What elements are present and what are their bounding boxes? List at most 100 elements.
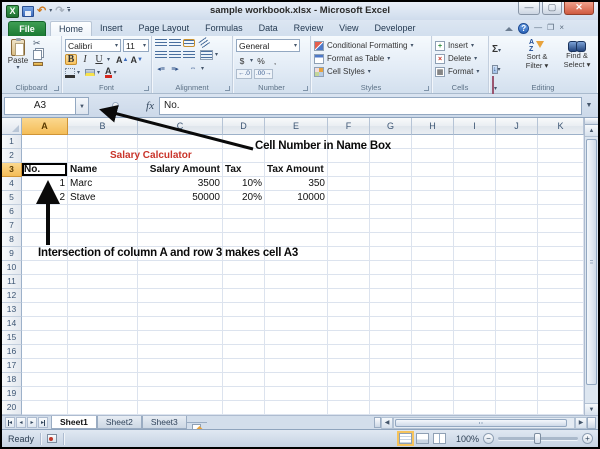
cell-i9[interactable]	[454, 247, 496, 261]
row-header-6[interactable]: 6	[2, 205, 22, 219]
cell-f14[interactable]	[328, 317, 370, 331]
cells-item-insert[interactable]: + Insert ▾	[435, 39, 486, 52]
cells-item-format[interactable]: ▦ Format ▾	[435, 65, 486, 78]
cell-g3[interactable]	[370, 163, 412, 177]
cell-b7[interactable]	[68, 219, 138, 233]
sheet-tab-sheet2[interactable]: Sheet2	[96, 416, 142, 429]
cell-k13[interactable]	[538, 303, 584, 317]
cell-h9[interactable]	[412, 247, 454, 261]
increase-decimal-icon[interactable]: ←.0	[236, 69, 252, 79]
page-layout-view-icon[interactable]	[415, 433, 429, 444]
cell-a7[interactable]	[22, 219, 68, 233]
cell-f3[interactable]	[328, 163, 370, 177]
tab-formulas[interactable]: Formulas	[197, 21, 251, 36]
orientation-icon[interactable]	[198, 37, 211, 49]
cell-d19[interactable]	[223, 387, 265, 401]
cell-g18[interactable]	[370, 373, 412, 387]
cell-e20[interactable]	[265, 401, 328, 415]
cell-j9[interactable]	[496, 247, 538, 261]
cell-f2[interactable]	[328, 149, 370, 163]
cell-b18[interactable]	[68, 373, 138, 387]
editing-item-find-select[interactable]: Find & Select ▾	[558, 39, 596, 70]
cell-k11[interactable]	[538, 275, 584, 289]
cell-c18[interactable]	[138, 373, 223, 387]
cell-f13[interactable]	[328, 303, 370, 317]
number-dialog-launcher-icon[interactable]	[303, 86, 308, 91]
cell-a10[interactable]	[22, 261, 68, 275]
align-middle-icon[interactable]	[169, 39, 181, 47]
percent-format-button[interactable]: %	[255, 55, 267, 66]
cell-c7[interactable]	[138, 219, 223, 233]
cell-e16[interactable]	[265, 345, 328, 359]
cell-e11[interactable]	[265, 275, 328, 289]
cell-k1[interactable]	[538, 135, 584, 149]
cell-h11[interactable]	[412, 275, 454, 289]
cell-e6[interactable]	[265, 205, 328, 219]
cell-a2[interactable]	[22, 149, 68, 163]
cell-k16[interactable]	[538, 345, 584, 359]
cell-d8[interactable]	[223, 233, 265, 247]
tab-split-handle[interactable]	[374, 417, 381, 428]
cell-a5[interactable]: 2	[22, 191, 68, 205]
sheet-tab-sheet1[interactable]: Sheet1	[51, 416, 97, 429]
cell-g11[interactable]	[370, 275, 412, 289]
cell-h19[interactable]	[412, 387, 454, 401]
align-left-icon[interactable]	[155, 51, 167, 59]
cell-h14[interactable]	[412, 317, 454, 331]
editing-item-sort-filter[interactable]: A Z Sort & Filter ▾	[518, 39, 556, 70]
cell-j15[interactable]	[496, 331, 538, 345]
zoom-level[interactable]: 100%	[456, 434, 479, 444]
cell-j12[interactable]	[496, 289, 538, 303]
horizontal-scroll-track[interactable]	[393, 416, 575, 429]
align-bottom-icon[interactable]	[183, 39, 195, 47]
clipboard-dialog-launcher-icon[interactable]	[54, 86, 59, 91]
cell-a14[interactable]	[22, 317, 68, 331]
cell-f1[interactable]	[328, 135, 370, 149]
tab-review[interactable]: Review	[286, 21, 332, 36]
column-header-b[interactable]: B	[68, 118, 138, 135]
cell-h5[interactable]	[412, 191, 454, 205]
cell-j5[interactable]	[496, 191, 538, 205]
cell-e10[interactable]	[265, 261, 328, 275]
cell-b14[interactable]	[68, 317, 138, 331]
cell-d2[interactable]	[223, 149, 265, 163]
cell-d9[interactable]	[223, 247, 265, 261]
cell-k10[interactable]	[538, 261, 584, 275]
cell-i2[interactable]	[454, 149, 496, 163]
cell-h1[interactable]	[412, 135, 454, 149]
cell-c5[interactable]: 50000	[138, 191, 223, 205]
column-header-j[interactable]: J	[496, 118, 538, 135]
redo-icon[interactable]: ↷	[55, 5, 64, 17]
column-header-d[interactable]: D	[223, 118, 265, 135]
cell-d15[interactable]	[223, 331, 265, 345]
cell-j19[interactable]	[496, 387, 538, 401]
cell-k15[interactable]	[538, 331, 584, 345]
cell-g5[interactable]	[370, 191, 412, 205]
cell-a12[interactable]	[22, 289, 68, 303]
cell-k20[interactable]	[538, 401, 584, 415]
cell-f9[interactable]	[328, 247, 370, 261]
cell-f20[interactable]	[328, 401, 370, 415]
split-handle[interactable]	[585, 118, 598, 125]
cell-f5[interactable]	[328, 191, 370, 205]
cell-a6[interactable]	[22, 205, 68, 219]
cell-b10[interactable]	[68, 261, 138, 275]
split-handle[interactable]	[587, 416, 596, 429]
cell-e13[interactable]	[265, 303, 328, 317]
decrease-font-icon[interactable]: A ▼	[130, 54, 142, 65]
cell-h12[interactable]	[412, 289, 454, 303]
cell-b4[interactable]: Marc	[68, 177, 138, 191]
paste-dropdown-icon[interactable]: ▾	[16, 65, 19, 71]
row-header-2[interactable]: 2	[2, 149, 22, 163]
row-header-14[interactable]: 14	[2, 317, 22, 331]
scroll-left-icon[interactable]: ◀	[381, 416, 393, 429]
cell-c19[interactable]	[138, 387, 223, 401]
cell-d12[interactable]	[223, 289, 265, 303]
cell-k3[interactable]	[538, 163, 584, 177]
cell-k8[interactable]	[538, 233, 584, 247]
cell-b9[interactable]	[68, 247, 138, 261]
cell-c1[interactable]	[138, 135, 223, 149]
cell-i8[interactable]	[454, 233, 496, 247]
cell-h3[interactable]	[412, 163, 454, 177]
scroll-up-icon[interactable]: ▲	[585, 125, 598, 137]
